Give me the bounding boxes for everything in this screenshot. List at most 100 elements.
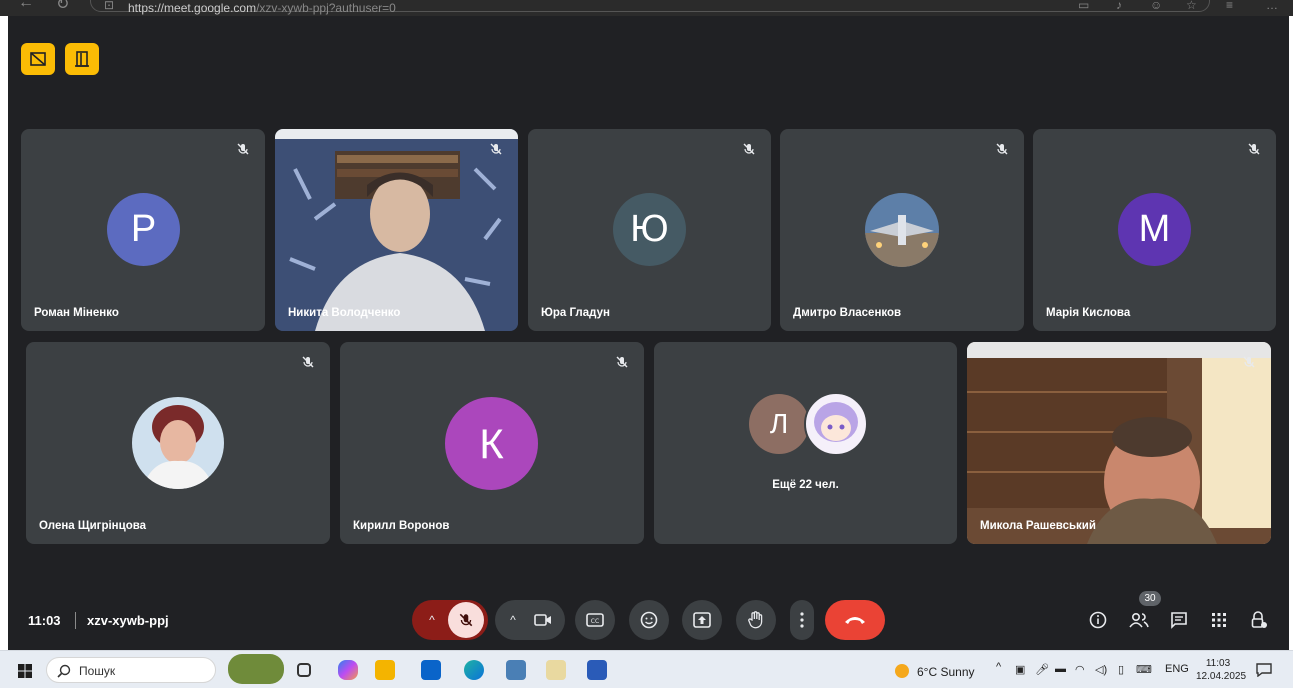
favorite-icon[interactable]: ☆ bbox=[1186, 0, 1197, 12]
participant-name: Марія Кислова bbox=[1046, 307, 1131, 319]
meeting-clock: 11:03 bbox=[28, 613, 61, 628]
widget-image-icon[interactable] bbox=[228, 654, 284, 684]
app-icon[interactable] bbox=[506, 660, 526, 680]
paint-icon[interactable] bbox=[546, 660, 566, 680]
captions-toggle-icon[interactable] bbox=[21, 43, 55, 75]
meeting-code[interactable]: xzv-xywb-ppj bbox=[87, 613, 169, 628]
battery-icon[interactable]: ▯ bbox=[1118, 663, 1124, 676]
chat-icon[interactable] bbox=[1166, 607, 1192, 633]
participant-tile[interactable]: Ю Юра Гладун bbox=[528, 129, 771, 331]
language-indicator[interactable]: ENG bbox=[1165, 663, 1189, 675]
people-icon[interactable] bbox=[1126, 607, 1152, 633]
mic-off-icon[interactable] bbox=[448, 602, 484, 638]
clock-time: 11:03 bbox=[1205, 658, 1231, 669]
browser-menu-icon[interactable]: … bbox=[1266, 0, 1278, 12]
participant-tile[interactable]: Р Роман Міненко bbox=[21, 129, 265, 331]
participant-tile[interactable]: Микола Рашевський bbox=[967, 342, 1271, 544]
participant-name: Никита Володченко bbox=[288, 307, 401, 319]
screen: ← ↻ ⊡ https://meet.google.com/xzv-xywb-p… bbox=[0, 0, 1293, 688]
task-view-icon[interactable] bbox=[297, 663, 311, 677]
search-placeholder: Пошук bbox=[79, 664, 116, 678]
mic-off-icon bbox=[612, 352, 632, 372]
video-feed bbox=[967, 342, 1271, 544]
avatar: Ю bbox=[613, 193, 686, 266]
clock-date: 12.04.2025 bbox=[1196, 671, 1247, 682]
activities-icon[interactable] bbox=[1206, 607, 1232, 633]
document-app-icon[interactable] bbox=[587, 660, 607, 680]
favorites-list-icon[interactable]: ≡ bbox=[1226, 0, 1233, 12]
divider bbox=[75, 612, 76, 629]
url-text[interactable]: https://meet.google.com/xzv-xywb-ppj?aut… bbox=[128, 1, 396, 15]
mic-control-group: ^ bbox=[412, 600, 488, 640]
participant-tile[interactable]: Дмитро Власенков bbox=[780, 129, 1024, 331]
tray-app-icon[interactable]: ▣ bbox=[1015, 663, 1025, 676]
host-controls-icon[interactable] bbox=[1246, 607, 1272, 633]
participant-name: Кирилл Воронов bbox=[353, 520, 450, 532]
mic-off-icon bbox=[298, 352, 318, 372]
chevron-up-icon[interactable]: ^ bbox=[996, 661, 1001, 673]
avatar-initial: К bbox=[479, 419, 504, 467]
avatar: Л bbox=[749, 394, 809, 454]
participant-count-badge: 30 bbox=[1139, 591, 1161, 606]
participant-tile[interactable]: Никита Володченко bbox=[275, 129, 518, 331]
svg-text:CC: CC bbox=[591, 618, 599, 625]
emoji-icon[interactable] bbox=[629, 600, 669, 640]
raise-hand-icon[interactable] bbox=[736, 600, 776, 640]
taskbar-clock[interactable]: 11:03 12.04.2025 bbox=[1196, 657, 1247, 683]
avatar-photo bbox=[132, 397, 224, 489]
end-call-icon[interactable] bbox=[825, 600, 885, 640]
video-feed bbox=[275, 129, 518, 331]
taskbar: Пошук 6°C Sunny ^ ▣ 🎤︎ ▬ ◠ ◁) ▯ ⌨︎ ENG 1… bbox=[0, 650, 1293, 688]
avatar-photo bbox=[865, 193, 939, 267]
more-participants-label: Ещё 22 чел. bbox=[772, 479, 839, 491]
back-icon[interactable]: ← bbox=[18, 0, 34, 12]
url-path: /xzv-xywb-ppj?authuser=0 bbox=[256, 1, 396, 15]
wifi-icon[interactable]: ◠ bbox=[1075, 663, 1085, 676]
avatar: К bbox=[445, 397, 538, 490]
more-options-icon[interactable] bbox=[790, 600, 814, 640]
chevron-up-icon[interactable]: ^ bbox=[420, 613, 444, 627]
present-icon[interactable] bbox=[682, 600, 722, 640]
camera-tray-icon[interactable]: ▬ bbox=[1055, 663, 1066, 675]
volume-icon[interactable]: ◁) bbox=[1095, 663, 1107, 676]
avatar: М bbox=[1118, 193, 1191, 266]
info-icon[interactable] bbox=[1085, 607, 1111, 633]
browser-toolbar: ← ↻ ⊡ https://meet.google.com/xzv-xywb-p… bbox=[0, 0, 1293, 16]
participant-tile[interactable]: К Кирилл Воронов bbox=[340, 342, 644, 544]
outlook-icon[interactable] bbox=[421, 660, 441, 680]
weather-widget[interactable]: 6°C Sunny bbox=[917, 665, 975, 679]
reload-icon[interactable]: ↻ bbox=[56, 0, 69, 14]
mic-off-icon bbox=[486, 139, 506, 159]
avatar: Р bbox=[107, 193, 180, 266]
mic-off-icon bbox=[739, 139, 759, 159]
edge-icon[interactable] bbox=[464, 660, 484, 680]
read-aloud-icon[interactable]: ♪ bbox=[1116, 0, 1122, 12]
copilot-icon[interactable] bbox=[338, 660, 358, 680]
participant-name: Олена Щигрінцова bbox=[39, 520, 147, 532]
participant-tile[interactable]: Олена Щигрінцова bbox=[26, 342, 330, 544]
tab-icon: ⊡ bbox=[104, 0, 115, 12]
taskbar-search[interactable]: Пошук bbox=[46, 657, 216, 683]
keyboard-icon[interactable]: ⌨︎ bbox=[1136, 663, 1152, 676]
door-icon[interactable] bbox=[65, 43, 99, 75]
avatar-photo bbox=[804, 392, 868, 456]
screen-icon[interactable]: ▭ bbox=[1078, 0, 1089, 12]
file-explorer-icon[interactable] bbox=[375, 660, 395, 680]
avatar-initial: Ю bbox=[630, 208, 669, 250]
avatar-initial: Р bbox=[130, 208, 157, 250]
account-icon[interactable]: ☺ bbox=[1150, 0, 1162, 12]
participant-name: Дмитро Власенков bbox=[793, 307, 902, 319]
microphone-icon[interactable]: 🎤︎ bbox=[1035, 663, 1049, 676]
participant-name: Роман Міненко bbox=[34, 307, 119, 319]
captions-icon[interactable]: CC bbox=[575, 600, 615, 640]
avatar-initial: Л bbox=[769, 408, 789, 439]
windows-start-icon[interactable] bbox=[18, 664, 32, 678]
more-participants-tile[interactable]: Л Ещё 22 чел. bbox=[654, 342, 957, 544]
camera-icon[interactable] bbox=[531, 608, 555, 632]
participant-name: Микола Рашевський bbox=[980, 520, 1096, 532]
notifications-icon[interactable] bbox=[1256, 663, 1272, 677]
meet-stage: Р Роман Міненко Никита Володченко Ю Юра … bbox=[8, 16, 1289, 650]
participant-tile[interactable]: М Марія Кислова bbox=[1033, 129, 1276, 331]
mic-off-icon bbox=[233, 139, 253, 159]
chevron-up-icon[interactable]: ^ bbox=[503, 613, 523, 627]
